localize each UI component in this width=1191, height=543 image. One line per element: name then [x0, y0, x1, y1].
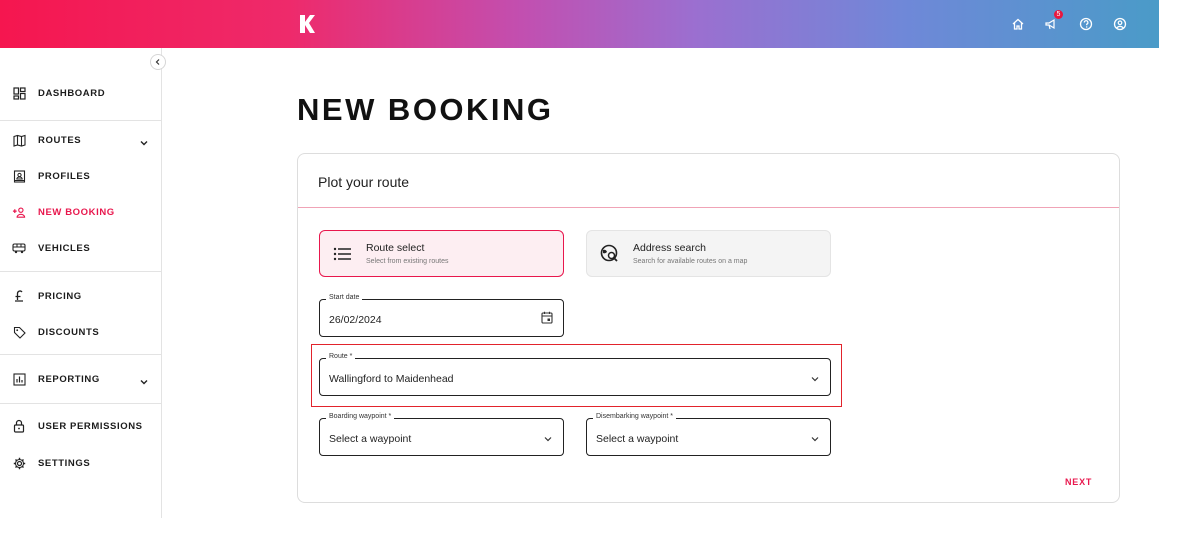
- chart-icon: [12, 372, 26, 386]
- divider: [0, 354, 161, 355]
- start-date-value: 26/02/2024: [329, 314, 382, 326]
- megaphone-icon[interactable]: 5: [1041, 10, 1063, 34]
- divider: [0, 120, 161, 121]
- tag-icon: [12, 325, 26, 339]
- sidebar-item-label: USER PERMISSIONS: [38, 420, 143, 432]
- sidebar-item-pricing[interactable]: PRICING: [0, 284, 161, 308]
- option-subtitle: Select from existing routes: [366, 258, 449, 265]
- disembarking-waypoint-select[interactable]: Disembarking waypoint * Select a waypoin…: [586, 413, 831, 456]
- address-search-option[interactable]: Address search Search for available rout…: [586, 230, 831, 277]
- profile-card-icon: [12, 169, 26, 183]
- sidebar-item-label: VEHICLES: [38, 242, 91, 254]
- start-date-field[interactable]: Start date 26/02/2024: [319, 294, 564, 337]
- sidebar-item-reporting[interactable]: REPORTING: [0, 367, 161, 391]
- divider: [0, 403, 161, 404]
- notification-badge: 5: [1054, 10, 1063, 19]
- pound-icon: [12, 289, 26, 303]
- page-title: NEW BOOKING: [297, 92, 554, 127]
- sidebar-item-label: NEW BOOKING: [38, 206, 115, 218]
- sidebar: DASHBOARD ROUTES PROFILES NEW BOOKING VE…: [0, 48, 166, 518]
- map-icon: [12, 133, 26, 147]
- field-label: Boarding waypoint *: [326, 413, 395, 420]
- gear-icon: [12, 456, 26, 470]
- account-icon[interactable]: [1109, 14, 1131, 34]
- option-title: Route select: [366, 242, 425, 254]
- sidebar-item-label: PRICING: [38, 290, 82, 302]
- route-select-option[interactable]: Route select Select from existing routes: [319, 230, 564, 277]
- map-search-icon: [599, 243, 621, 265]
- sidebar-item-vehicles[interactable]: VEHICLES: [0, 236, 161, 260]
- option-subtitle: Search for available routes on a map: [633, 258, 748, 265]
- sidebar-item-user-permissions[interactable]: USER PERMISSIONS: [0, 414, 161, 438]
- route-highlight-box: [311, 344, 842, 407]
- sidebar-item-discounts[interactable]: DISCOUNTS: [0, 320, 161, 344]
- list-icon: [332, 243, 354, 265]
- boarding-value: Select a waypoint: [329, 433, 412, 445]
- sidebar-item-label: PROFILES: [38, 170, 91, 182]
- dashboard-icon: [12, 86, 26, 100]
- chevron-down-icon[interactable]: [139, 135, 149, 153]
- option-title: Address search: [633, 242, 706, 254]
- calendar-icon[interactable]: [541, 311, 553, 329]
- sidebar-item-profiles[interactable]: PROFILES: [0, 164, 161, 188]
- top-bar: 5: [0, 0, 1159, 48]
- logo[interactable]: [297, 14, 317, 34]
- chevron-down-icon[interactable]: [139, 374, 149, 392]
- boarding-waypoint-select[interactable]: Boarding waypoint * Select a waypoint: [319, 413, 564, 456]
- sidebar-item-new-booking[interactable]: NEW BOOKING: [0, 200, 161, 224]
- collapse-sidebar-button[interactable]: [150, 54, 166, 70]
- help-icon[interactable]: [1075, 14, 1097, 34]
- next-button[interactable]: NEXT: [1065, 477, 1092, 487]
- card-header: Plot your route: [298, 154, 1119, 208]
- route-card: Plot your route Route select Select from…: [297, 153, 1120, 503]
- sidebar-item-label: ROUTES: [38, 134, 82, 146]
- divider: [0, 271, 161, 272]
- disembarking-value: Select a waypoint: [596, 433, 679, 445]
- sidebar-item-label: SETTINGS: [38, 457, 91, 469]
- chevron-down-icon[interactable]: [810, 431, 820, 449]
- sidebar-item-label: REPORTING: [38, 373, 100, 385]
- field-label: Disembarking waypoint *: [593, 413, 677, 420]
- sidebar-item-routes[interactable]: ROUTES: [0, 128, 161, 152]
- card-title: Plot your route: [318, 174, 410, 190]
- sidebar-item-settings[interactable]: SETTINGS: [0, 451, 161, 475]
- chevron-down-icon[interactable]: [543, 431, 553, 449]
- field-label: Start date: [326, 294, 363, 301]
- add-person-icon: [12, 205, 26, 219]
- sidebar-item-label: DISCOUNTS: [38, 326, 100, 338]
- home-icon[interactable]: [1007, 14, 1029, 34]
- bus-icon: [12, 241, 26, 255]
- sidebar-item-dashboard[interactable]: DASHBOARD: [0, 81, 161, 105]
- lock-icon: [12, 419, 26, 433]
- sidebar-item-label: DASHBOARD: [38, 87, 106, 99]
